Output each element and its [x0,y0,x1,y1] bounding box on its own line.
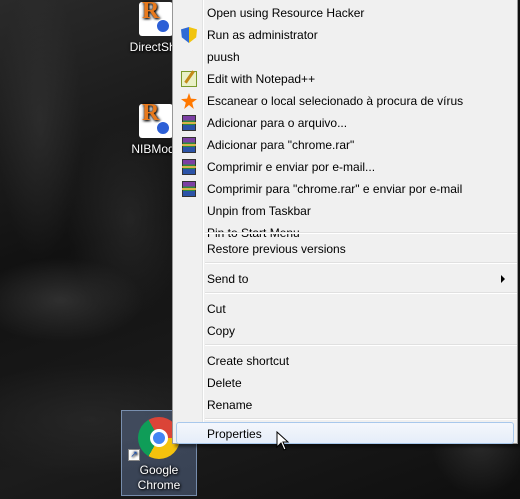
menu-item-add-to-chrome-rar[interactable]: Adicionar para "chrome.rar" [176,133,514,155]
menu-item-send-to[interactable]: Send to [176,267,514,289]
menu-item-open-resource-hacker[interactable]: Open using Resource Hacker [176,1,514,23]
menu-item-add-to-archive[interactable]: Adicionar para o arquivo... [176,111,514,133]
menu-item-restore-previous-versions[interactable]: Restore previous versions [176,237,514,259]
winrar-icon [182,159,196,175]
context-menu: Open using Resource Hacker Run as admini… [172,0,518,444]
resource-hacker-icon: R [139,0,173,36]
uac-shield-icon [181,27,197,43]
menu-separator [205,418,517,420]
desktop-icon-label: Google Chrome [137,463,181,492]
notepad-plus-plus-icon [181,71,197,87]
winrar-icon [182,115,196,131]
menu-item-copy[interactable]: Copy [176,319,514,341]
menu-item-create-shortcut[interactable]: Create shortcut [176,349,514,371]
menu-separator [205,292,517,294]
submenu-arrow-icon [501,275,505,283]
menu-separator [205,344,517,346]
desktop-background[interactable]: R DirectSho R NIBMods ↗ Google Chrome Op… [0,0,520,499]
menu-separator [205,232,517,234]
menu-item-scan-virus[interactable]: Escanear o local selecionado à procura d… [176,89,514,111]
menu-item-rename[interactable]: Rename [176,393,514,415]
menu-item-properties[interactable]: Properties [176,422,514,444]
avast-icon [181,93,197,109]
menu-item-compress-chrome-rar-and-email[interactable]: Comprimir para "chrome.rar" e enviar por… [176,177,514,199]
menu-item-cut[interactable]: Cut [176,297,514,319]
menu-item-run-as-administrator[interactable]: Run as administrator [176,23,514,45]
shortcut-arrow-icon: ↗ [128,449,140,461]
winrar-icon [182,137,196,153]
menu-item-unpin-from-taskbar[interactable]: Unpin from Taskbar [176,199,514,221]
menu-item-edit-notepad-plus-plus[interactable]: Edit with Notepad++ [176,67,514,89]
menu-item-delete[interactable]: Delete [176,371,514,393]
menu-separator [205,262,517,264]
menu-item-puush[interactable]: puush [176,45,514,67]
menu-item-compress-and-email[interactable]: Comprimir e enviar por e-mail... [176,155,514,177]
winrar-icon [182,181,196,197]
mouse-pointer-icon [276,431,290,451]
resource-hacker-icon: R [139,101,173,138]
